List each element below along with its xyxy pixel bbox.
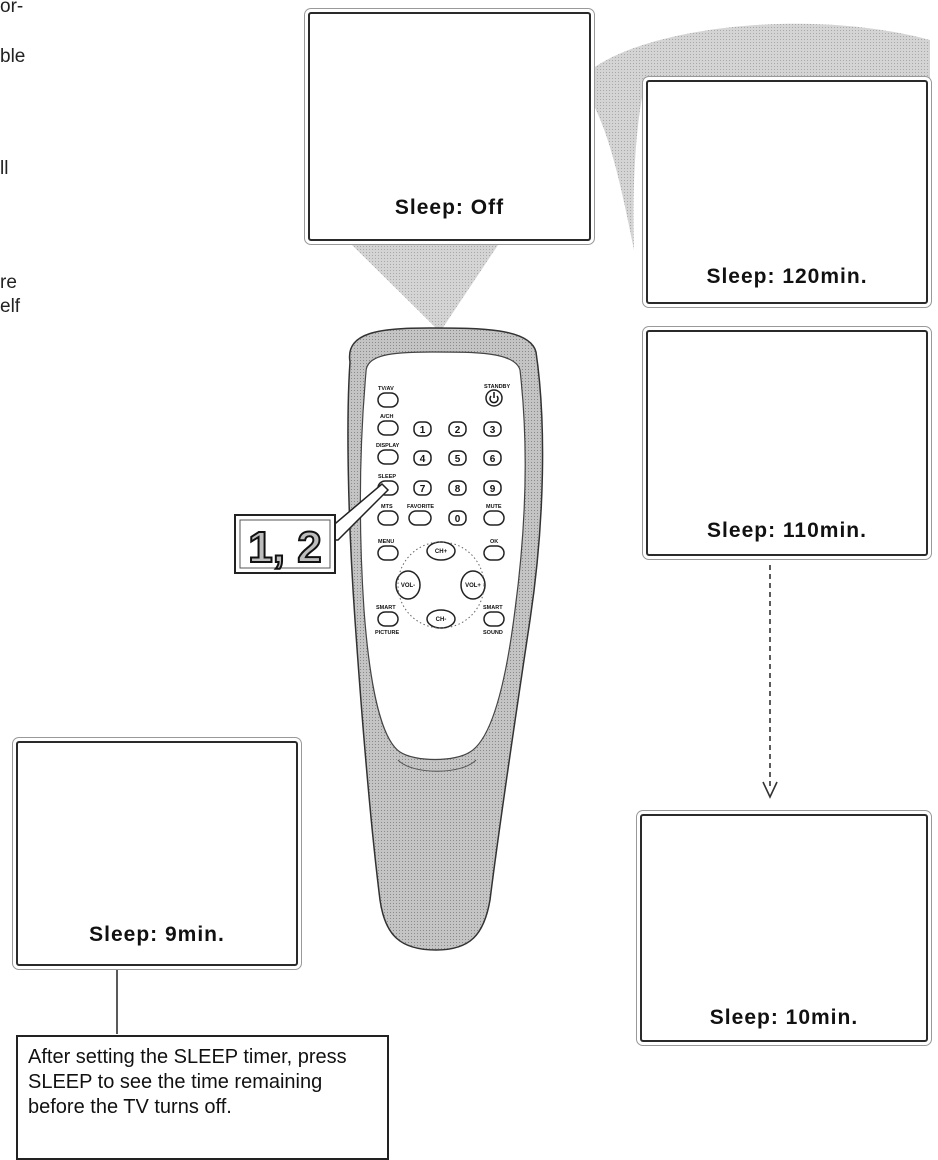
digit-7-label: 7 bbox=[420, 484, 426, 495]
mts-button bbox=[377, 510, 399, 526]
screen-sleep-9: Sleep: 9min. bbox=[16, 741, 298, 966]
display-label: DISPLAY bbox=[376, 443, 400, 449]
mute-label: MUTE bbox=[486, 504, 502, 510]
screen-sleep-10: Sleep: 10min. bbox=[640, 814, 928, 1042]
projection-beam-down bbox=[352, 245, 498, 332]
digit-5-label: 5 bbox=[455, 454, 461, 465]
tvav-label: TV/AV bbox=[378, 386, 394, 392]
vol-down-label: VOL- bbox=[401, 583, 415, 589]
mts-label: MTS bbox=[381, 504, 393, 510]
ok-label: OK bbox=[490, 539, 498, 545]
smart-sound-button bbox=[483, 611, 505, 627]
ch-down-label: CH- bbox=[436, 617, 447, 623]
digit-0-label: 0 bbox=[455, 514, 461, 525]
ok-button bbox=[483, 545, 505, 561]
menu-label: MENU bbox=[378, 539, 394, 545]
smart-sound-top-label: SMART bbox=[483, 605, 503, 611]
smart-picture-bottom-label: PICTURE bbox=[375, 630, 399, 636]
smart-picture-button bbox=[377, 611, 399, 627]
favorite-label: FAVORITE bbox=[407, 504, 434, 510]
digit-1-label: 1 bbox=[420, 425, 426, 436]
digit-2-label: 2 bbox=[455, 425, 461, 436]
screen-label-9: Sleep: 9min. bbox=[89, 923, 225, 946]
ach-label: A/CH bbox=[380, 414, 393, 420]
smart-sound-bottom-label: SOUND bbox=[483, 630, 503, 636]
tvav-button bbox=[377, 392, 399, 408]
screen-sleep-off: Sleep: Off bbox=[308, 12, 591, 241]
digit-4-label: 4 bbox=[420, 454, 426, 465]
mute-button bbox=[483, 510, 505, 526]
menu-button bbox=[377, 545, 399, 561]
screen-label-120: Sleep: 120min. bbox=[706, 265, 868, 288]
smart-picture-top-label: SMART bbox=[376, 605, 396, 611]
sleep-label: SLEEP bbox=[378, 474, 396, 480]
vol-up-label: VOL+ bbox=[465, 583, 481, 589]
step-callout-label: 1, 2 bbox=[248, 523, 321, 572]
screen-sleep-120: Sleep: 120min. bbox=[646, 80, 928, 304]
ch-up-label: CH+ bbox=[435, 549, 448, 555]
screen-label-110: Sleep: 110min. bbox=[707, 519, 867, 542]
digit-3-label: 3 bbox=[490, 425, 496, 436]
digit-6-label: 6 bbox=[490, 454, 496, 465]
display-button bbox=[377, 449, 399, 465]
ach-button bbox=[377, 420, 399, 436]
standby-label: STANDBY bbox=[484, 384, 511, 390]
screen-label-10: Sleep: 10min. bbox=[709, 1006, 859, 1029]
screen-label-off: Sleep: Off bbox=[394, 196, 505, 219]
screen-sleep-110: Sleep: 110min. bbox=[646, 330, 928, 556]
digit-9-label: 9 bbox=[490, 484, 496, 495]
sleep-timer-note: After setting the SLEEP timer, press SLE… bbox=[16, 1035, 389, 1160]
favorite-button bbox=[408, 510, 432, 526]
digit-8-label: 8 bbox=[455, 484, 461, 495]
